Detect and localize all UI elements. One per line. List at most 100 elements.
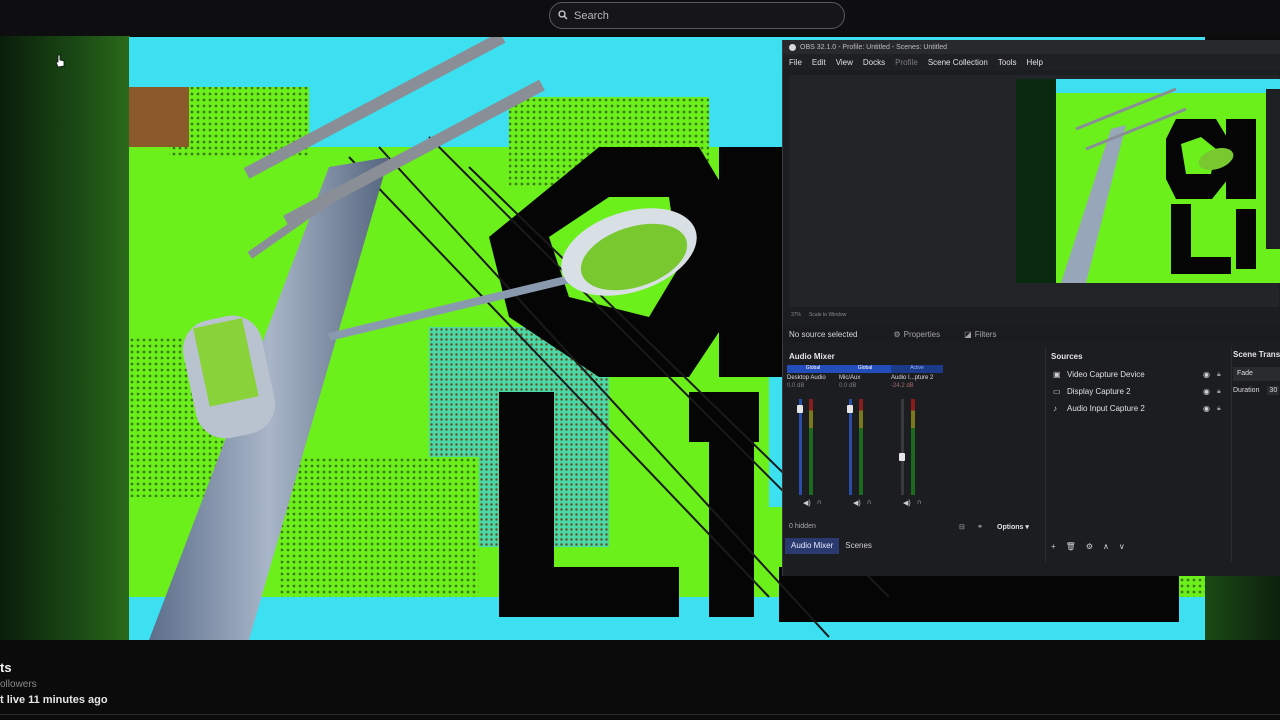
menu-profile[interactable]: Profile	[895, 58, 918, 67]
channel-controls: ◀) ∩	[853, 499, 872, 507]
last-live-status: t live 11 minutes ago	[0, 694, 108, 706]
mixer-channel: Desktop Audio 0.0 dB ◀) ∩	[787, 375, 839, 515]
visibility-icon[interactable]: ◉	[1203, 404, 1210, 413]
hand-cursor-icon	[55, 54, 65, 68]
search-box[interactable]	[549, 2, 845, 29]
obs-window[interactable]: OBS 32.1.0 - Profile: Untitled - Scenes:…	[782, 40, 1280, 576]
channel-db: 0.0 dB	[839, 383, 857, 389]
menu-docks[interactable]: Docks	[863, 58, 885, 67]
lock-icon[interactable]: 🔒︎	[1217, 388, 1221, 396]
filters-button[interactable]: ◪ Filters	[964, 330, 996, 339]
gear-icon[interactable]: ⚙	[1086, 542, 1093, 551]
search-icon	[558, 7, 568, 25]
menu-edit[interactable]: Edit	[812, 58, 826, 67]
channel-controls: ◀) ∩	[903, 499, 922, 507]
mixer-channel: Audio I...pture 2 -24.2 dB ◀) ∩	[891, 375, 943, 515]
sources-list: ▣ Video Capture Device ◉ 🔒︎ ▭ Display Ca…	[1049, 366, 1225, 417]
volume-slider[interactable]	[849, 399, 852, 495]
audio-mixer-title: Audio Mixer	[789, 352, 835, 361]
transition-select[interactable]: Fade	[1233, 367, 1280, 381]
chevron-up-icon[interactable]: ∧	[1103, 542, 1109, 551]
visibility-icon[interactable]: ◉	[1203, 370, 1210, 379]
volume-knob[interactable]	[847, 405, 853, 413]
lock-icon[interactable]: 🔒︎	[1217, 371, 1221, 379]
mixer-footer: 0 hidden ⊟ ⚭ Options ▾	[789, 523, 1039, 537]
trash-icon[interactable]: 🗑︎	[1066, 542, 1076, 551]
channel-controls: ◀) ∩	[803, 499, 822, 507]
menu-tools[interactable]: Tools	[998, 58, 1017, 67]
volume-slider[interactable]	[799, 399, 802, 495]
obs-title-bar: OBS 32.1.0 - Profile: Untitled - Scenes:…	[783, 40, 1280, 54]
lock-icon[interactable]: 🔒︎	[1217, 405, 1221, 413]
tab-scenes[interactable]: Scenes	[839, 538, 878, 554]
tab-audio-mixer[interactable]: Audio Mixer	[785, 538, 840, 554]
add-icon[interactable]: +	[1051, 542, 1056, 551]
chevron-down-icon[interactable]: ∨	[1119, 542, 1125, 551]
obs-preview-area[interactable]	[789, 75, 1280, 307]
monitor-icon: ▭	[1053, 387, 1061, 396]
obs-zoom-controls[interactable]: 37% Scale to Window	[791, 312, 846, 318]
gear-icon: ⚙	[893, 329, 901, 339]
zoom-mode[interactable]: Scale to Window	[809, 312, 846, 318]
filter-icon: ◪	[964, 329, 972, 339]
channel-db: -24.2 dB	[891, 383, 914, 389]
headphone-icon[interactable]: ∩	[817, 499, 822, 507]
zoom-level: 37%	[791, 312, 802, 318]
mixer-header-global: Global	[839, 365, 891, 373]
channel-label[interactable]: Audio I...pture 2	[891, 375, 943, 381]
link-icon[interactable]: ⚭	[977, 523, 983, 531]
dock-tabs: Audio Mixer Scenes	[785, 538, 878, 554]
microphone-icon: ♪	[1053, 404, 1057, 413]
channel-label[interactable]: Desktop Audio	[787, 375, 839, 381]
channel-db: 0.0 dB	[787, 383, 805, 389]
mixer-channel: Mic/Aux 0.0 dB ◀) ∩	[839, 375, 891, 515]
speaker-icon[interactable]: ◀)	[853, 499, 861, 507]
divider	[0, 714, 1280, 715]
source-toolbar: No source selected ⚙ Properties ◪ Filter…	[783, 326, 1280, 342]
volume-knob[interactable]	[899, 453, 905, 461]
source-item[interactable]: ▣ Video Capture Device ◉ 🔒︎	[1049, 366, 1225, 383]
speaker-icon[interactable]: ◀)	[803, 499, 811, 507]
menu-help[interactable]: Help	[1027, 58, 1043, 67]
obs-title: OBS 32.1.0 - Profile: Untitled - Scenes:…	[800, 43, 948, 51]
sources-title: Sources	[1051, 352, 1083, 361]
follower-count: ollowers	[0, 679, 37, 690]
menu-file[interactable]: File	[789, 58, 802, 67]
hidden-count: 0 hidden	[789, 523, 816, 530]
visibility-icon[interactable]: ◉	[1203, 387, 1210, 396]
duration-label: Duration	[1233, 387, 1260, 394]
dock-separator	[1045, 348, 1046, 562]
background-left	[0, 36, 130, 640]
channel-label[interactable]: Mic/Aux	[839, 375, 891, 381]
menu-view[interactable]: View	[836, 58, 853, 67]
layout-icon[interactable]: ⊟	[959, 523, 965, 531]
mixer-header-active: Active	[891, 365, 943, 373]
camera-icon: ▣	[1053, 370, 1061, 379]
page: ts ollowers t live 11 minutes ago OBS 32…	[0, 0, 1280, 720]
source-item[interactable]: ▭ Display Capture 2 ◉ 🔒︎	[1049, 383, 1225, 400]
scene-transitions: Scene Trans Fade Duration 30	[1233, 350, 1280, 395]
mixer-header-global: Global	[787, 365, 839, 373]
transitions-title: Scene Trans	[1233, 350, 1280, 359]
dock-separator	[1231, 348, 1232, 562]
source-item[interactable]: ♪ Audio Input Capture 2 ◉ 🔒︎	[1049, 400, 1225, 417]
channel-info: ts ollowers t live 11 minutes ago	[0, 640, 1280, 720]
menu-scene-collection[interactable]: Scene Collection	[928, 58, 988, 67]
search-input[interactable]	[574, 9, 814, 22]
mixer-header: Global Global Active	[787, 365, 947, 373]
volume-knob[interactable]	[797, 405, 803, 413]
properties-button[interactable]: ⚙ Properties	[893, 330, 940, 339]
obs-preview-canvas[interactable]	[1016, 79, 1280, 283]
headphone-icon[interactable]: ∩	[917, 499, 922, 507]
obs-logo-icon	[789, 43, 796, 51]
duration-input[interactable]: 30	[1267, 386, 1280, 395]
headphone-icon[interactable]: ∩	[867, 499, 872, 507]
obs-menu-bar: File Edit View Docks Profile Scene Colle…	[783, 54, 1280, 70]
level-meter	[809, 399, 813, 495]
volume-slider[interactable]	[901, 399, 904, 495]
source-status: No source selected	[789, 329, 858, 339]
channel-name[interactable]: ts	[0, 660, 12, 675]
audio-mixer: Global Global Active Desktop Audio 0.0 d…	[787, 365, 947, 525]
speaker-icon[interactable]: ◀)	[903, 499, 911, 507]
options-dropdown[interactable]: Options ▾	[997, 523, 1029, 531]
